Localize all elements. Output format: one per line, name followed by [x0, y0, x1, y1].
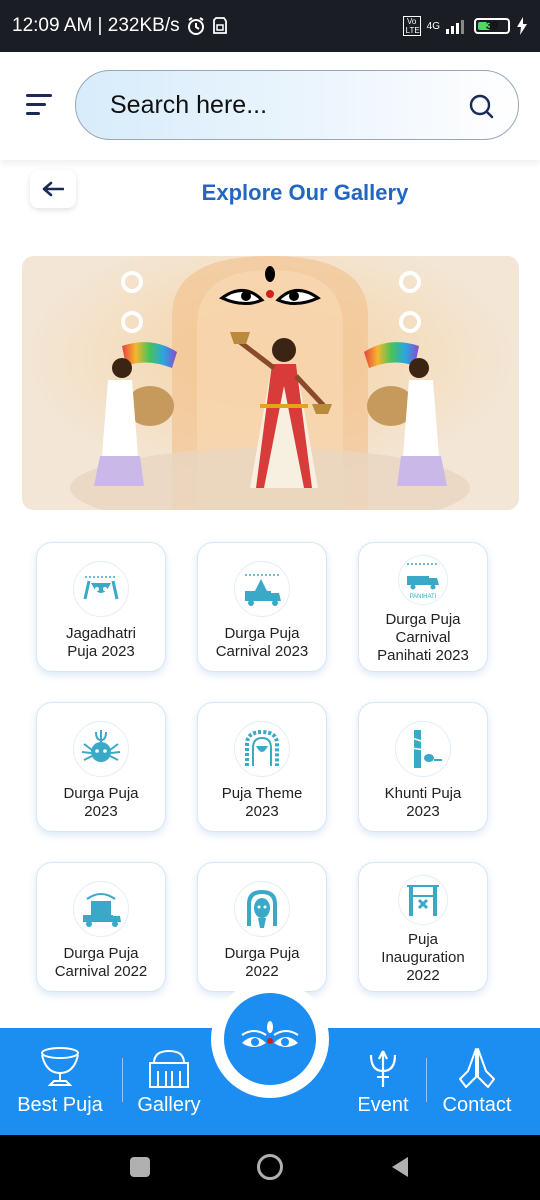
gallery-banner-image [22, 256, 519, 510]
khunti-pole-icon [395, 721, 451, 777]
card-label-line1: Puja [407, 931, 439, 948]
card-label-line1: Jagadhatri [65, 625, 137, 642]
trident-icon [363, 1046, 403, 1090]
recent-apps-button[interactable] [130, 1157, 150, 1177]
durga-eyes-icon [224, 993, 316, 1085]
durga-idol-icon [234, 881, 290, 937]
volte-icon: Vo LTE [402, 16, 421, 36]
status-bar: 12:09 AM | 232KB/s Vo LTE 4G 39 [0, 0, 540, 52]
temple-icon [146, 1046, 192, 1090]
nav-divider [426, 1058, 427, 1102]
durga-trident-icon [73, 721, 129, 777]
card-label-line1: Puja Theme [221, 785, 303, 802]
card-label-line3: 2022 [406, 967, 440, 984]
back-nav-icon[interactable] [390, 1156, 410, 1178]
card-label-line1: Durga Puja [63, 785, 139, 802]
nav-gallery[interactable]: Gallery [126, 1028, 212, 1135]
status-time: 12:09 AM | 232KB/s [12, 15, 180, 36]
card-label-line2: Puja 2023 [67, 643, 135, 660]
back-arrow-icon [42, 181, 64, 197]
gallery-card-inauguration-2022[interactable]: Puja Inauguration 2022 [358, 862, 488, 992]
trophy-icon [36, 1046, 84, 1090]
app-header: Search here... [0, 52, 540, 160]
signal-icon [446, 20, 464, 34]
charging-icon [517, 17, 527, 35]
gallery-card-jagadhatri-2023[interactable]: Jagadhatri Puja 2023 [36, 542, 166, 672]
card-label-line1: Khunti Puja [384, 785, 462, 802]
card-label-line2: 2022 [245, 963, 279, 980]
card-label-line2: 2023 [84, 803, 118, 820]
card-label-line1: Durga Puja [63, 945, 139, 962]
gallery-card-durga-2022[interactable]: Durga Puja 2022 [197, 862, 327, 992]
nav-label: Best Puja [17, 1094, 103, 1116]
gallery-card-carnival-2023[interactable]: Durga Puja Carnival 2023 [197, 542, 327, 672]
namaste-icon [456, 1046, 498, 1090]
gallery-card-carnival-panihati-2023[interactable]: PANIHATI Durga Puja Carnival Panihati 20… [358, 542, 488, 672]
nav-best-puja[interactable]: Best Puja [10, 1028, 110, 1135]
card-label-line2: 2023 [406, 803, 440, 820]
panihati-badge: PANIHATI [410, 594, 437, 600]
card-label-line2: Carnival 2023 [215, 643, 309, 660]
carnival-truck-icon [234, 561, 290, 617]
card-label-line2: Carnival [395, 629, 451, 646]
nav-label: Gallery [137, 1094, 201, 1116]
card-label-line1: Durga Puja [224, 945, 300, 962]
panihati-truck-icon: PANIHATI [398, 555, 448, 605]
page-title: Explore Our Gallery [201, 180, 409, 205]
carnival-float-icon [73, 881, 129, 937]
gallery-card-carnival-2022[interactable]: Durga Puja Carnival 2022 [36, 862, 166, 992]
home-button[interactable] [257, 1154, 283, 1180]
gallery-card-theme-2023[interactable]: Puja Theme 2023 [197, 702, 327, 832]
alarm-icon [187, 17, 204, 35]
card-label-line2: Inauguration [381, 949, 465, 966]
network-label: 4G [426, 20, 440, 32]
goddess-face-icon [73, 561, 129, 617]
search-placeholder: Search here... [110, 90, 268, 119]
sim-icon [212, 17, 227, 34]
battery-icon: 39 [474, 18, 510, 34]
nav-event[interactable]: Event [348, 1028, 418, 1135]
nav-contact[interactable]: Contact [436, 1028, 518, 1135]
card-label-line3: Panihati 2023 [377, 647, 469, 664]
home-center-button[interactable] [211, 980, 329, 1098]
nav-divider [122, 1058, 123, 1102]
battery-level: 39 [485, 20, 499, 32]
nav-label: Contact [442, 1094, 512, 1116]
back-button[interactable] [30, 170, 76, 208]
card-label-line1: Durga Puja [224, 625, 300, 642]
gallery-card-durga-2023[interactable]: Durga Puja 2023 [36, 702, 166, 832]
search-icon[interactable] [468, 93, 494, 119]
nav-label: Event [357, 1094, 409, 1116]
system-navigation-bar [0, 1135, 540, 1200]
pandal-theme-icon [234, 721, 290, 777]
gallery-grid: Jagadhatri Puja 2023 Durga Puja Carnival… [36, 542, 488, 992]
card-label-line2: Carnival 2022 [54, 963, 148, 980]
search-input[interactable]: Search here... [75, 70, 519, 140]
card-label-line2: 2023 [245, 803, 279, 820]
ribbon-cutting-icon [398, 875, 448, 925]
menu-icon[interactable] [26, 94, 54, 118]
card-label-line1: Durga Puja [385, 611, 461, 628]
gallery-card-khunti-2023[interactable]: Khunti Puja 2023 [358, 702, 488, 832]
